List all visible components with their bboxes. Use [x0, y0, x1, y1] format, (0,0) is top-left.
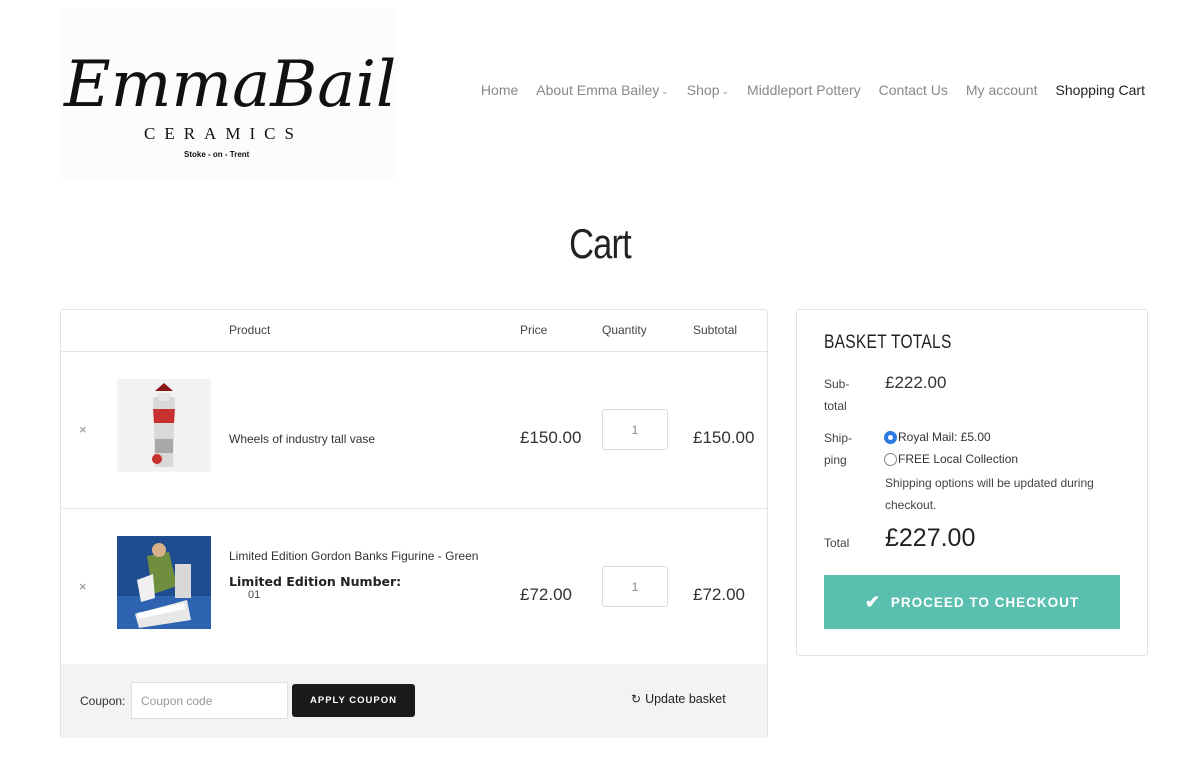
- product-price: £72.00: [520, 585, 572, 604]
- header-product: Product: [229, 323, 271, 337]
- nav-contact-label: Contact Us: [878, 82, 948, 98]
- coupon-label: Coupon:: [80, 694, 126, 708]
- nav-home[interactable]: Home: [481, 82, 518, 98]
- nav-my-account-label: My account: [965, 82, 1038, 98]
- refresh-icon: ↻: [631, 692, 642, 706]
- radio-selected-icon: [884, 430, 897, 444]
- page-title: Cart: [569, 220, 632, 267]
- nav-middleport-label: Middleport Pottery: [747, 82, 861, 98]
- quantity-input[interactable]: [602, 409, 668, 450]
- logo-script-text: EmmaBailey: [63, 48, 396, 122]
- header-subtotal: Subtotal: [693, 323, 738, 337]
- logo-ceramics-text: CERAMICS: [144, 124, 303, 143]
- total-label: Total: [824, 536, 850, 550]
- nav-about[interactable]: About Emma Bailey ⌄: [536, 82, 669, 98]
- cart-table: Product Price Quantity Subtotal × Wheels…: [60, 309, 768, 738]
- update-basket-label: Update basket: [645, 692, 726, 706]
- quantity-input[interactable]: [602, 566, 668, 607]
- shipping-option-label: FREE Local Collection: [898, 452, 1019, 466]
- apply-coupon-button[interactable]: APPLY COUPON: [292, 684, 415, 717]
- cart-table-header: Product Price Quantity Subtotal: [61, 310, 767, 352]
- chevron-down-icon: ⌄: [721, 85, 730, 96]
- shipping-option-free-collection[interactable]: FREE Local Collection: [884, 452, 1018, 466]
- chevron-down-icon: ⌄: [661, 85, 669, 96]
- cart-row: × Wheels of industry tall vase £150.00 £…: [61, 352, 767, 509]
- basket-totals: BASKET TOTALS Sub-total £222.00 Ship-pin…: [796, 309, 1148, 656]
- nav-shopping-cart[interactable]: Shopping Cart: [1055, 82, 1145, 98]
- cart-row: × Limited Edition Gordon Banks Figurine …: [61, 509, 767, 665]
- nav-shopping-cart-label: Shopping Cart: [1055, 82, 1145, 98]
- cart-actions: Coupon: APPLY COUPON ↻ Update basket: [61, 664, 767, 738]
- product-subtotal: £150.00: [693, 428, 755, 447]
- nav-about-label: About Emma Bailey: [536, 82, 660, 98]
- nav-home-label: Home: [480, 82, 519, 98]
- remove-item-button[interactable]: ×: [79, 579, 87, 594]
- product-name-link[interactable]: Limited Edition Gordon Banks Figurine - …: [229, 549, 478, 563]
- header-price: Price: [520, 323, 548, 337]
- nav-shop[interactable]: Shop ⌄: [687, 82, 729, 98]
- header-quantity: Quantity: [602, 323, 647, 337]
- coupon-code-input[interactable]: [131, 682, 288, 719]
- radio-unselected-icon: [884, 452, 897, 466]
- shipping-label: Ship-ping: [824, 431, 853, 467]
- product-subtotal: £72.00: [693, 585, 745, 604]
- shipping-option-royal-mail[interactable]: Royal Mail: £5.00: [884, 430, 991, 444]
- main-nav: Home About Emma Bailey ⌄ Shop ⌄ Middleport…: [481, 82, 1145, 98]
- total-value: £227.00: [885, 524, 976, 552]
- product-name-link[interactable]: Wheels of industry tall vase: [229, 432, 375, 446]
- product-thumbnail[interactable]: [117, 536, 211, 629]
- basket-totals-title: BASKET TOTALS: [824, 332, 952, 353]
- nav-middleport[interactable]: Middleport Pottery: [747, 82, 861, 98]
- limited-edition-label: Limited Edition Number:: [229, 574, 402, 589]
- nav-contact[interactable]: Contact Us: [879, 82, 948, 98]
- remove-item-button[interactable]: ×: [79, 422, 87, 437]
- check-icon: ✔: [864, 591, 881, 612]
- site-logo[interactable]: EmmaBailey CERAMICS Stoke - on - Trent: [60, 8, 396, 180]
- checkout-label: PROCEED TO CHECKOUT: [890, 594, 1080, 610]
- subtotal-label: Sub-total: [824, 377, 850, 413]
- shipping-option-label: Royal Mail: £5.00: [898, 430, 991, 444]
- shipping-note: Shipping options will be updated during …: [885, 476, 1094, 512]
- product-thumbnail[interactable]: [117, 379, 211, 472]
- proceed-to-checkout-button[interactable]: ✔ PROCEED TO CHECKOUT: [824, 575, 1120, 629]
- product-price: £150.00: [520, 428, 582, 447]
- nav-my-account[interactable]: My account: [966, 82, 1038, 98]
- nav-shop-label: Shop: [686, 82, 720, 98]
- logo-location-text: Stoke - on - Trent: [184, 150, 250, 159]
- update-basket-button[interactable]: ↻ Update basket: [631, 692, 726, 706]
- limited-edition-value: 01: [248, 589, 261, 601]
- subtotal-value: £222.00: [885, 373, 947, 392]
